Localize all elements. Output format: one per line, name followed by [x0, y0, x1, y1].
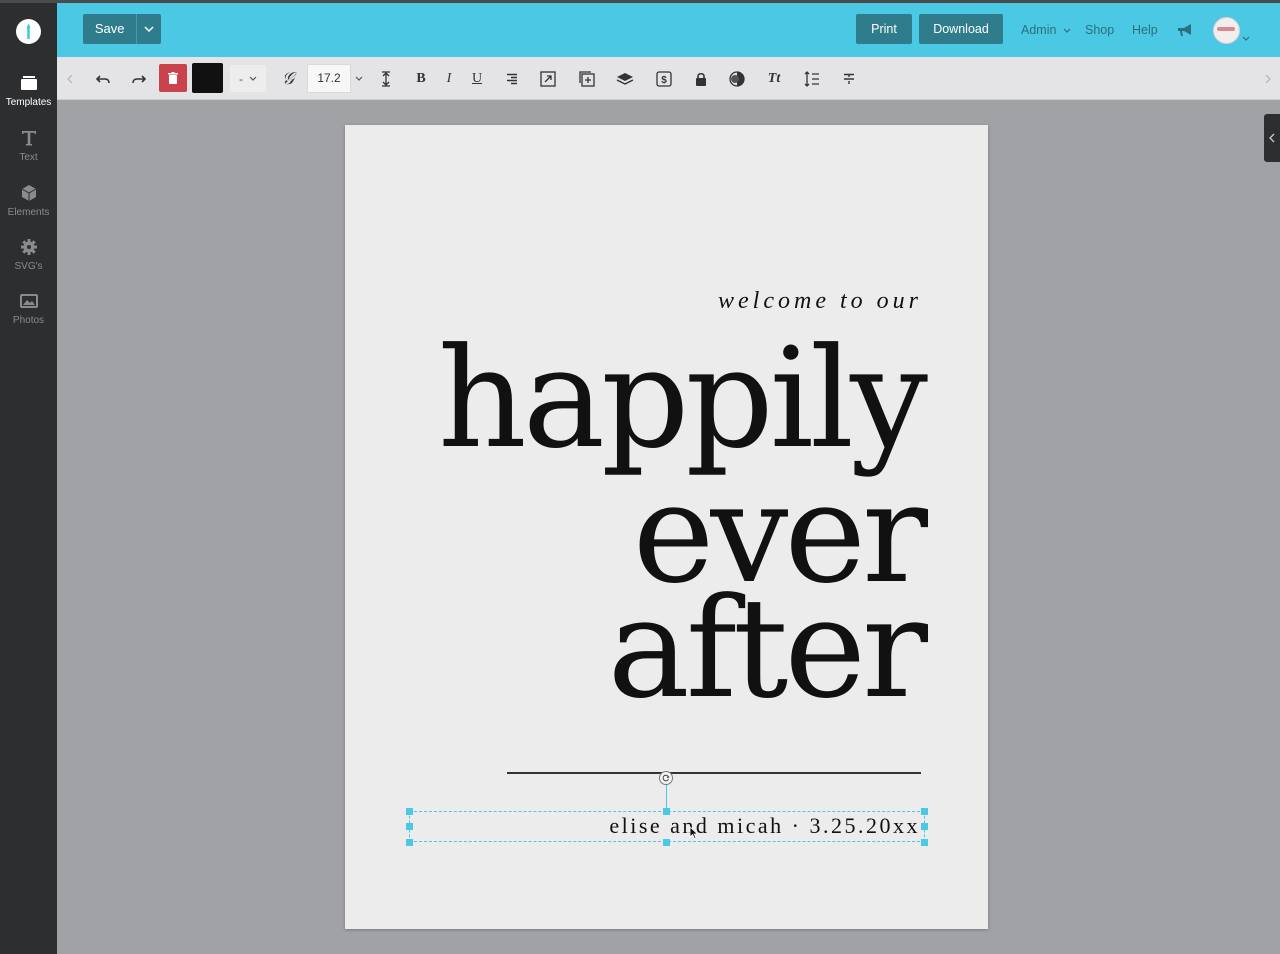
- welcome-text[interactable]: welcome to our: [718, 288, 922, 315]
- headline-line-1[interactable]: happily: [438, 330, 928, 468]
- headline-line-3[interactable]: after: [608, 580, 928, 718]
- resize-handle-top-left[interactable]: [406, 808, 413, 815]
- gear-icon: [0, 237, 57, 257]
- save-button[interactable]: Save: [83, 14, 161, 44]
- shop-link[interactable]: Shop: [1085, 23, 1114, 37]
- resize-handle-bottom-right[interactable]: [921, 839, 928, 846]
- chevron-down-icon: [1063, 28, 1071, 34]
- resize-handle-bottom[interactable]: [663, 839, 670, 846]
- resize-icon[interactable]: [538, 57, 558, 100]
- trash-icon: [168, 72, 178, 84]
- divider-line[interactable]: [507, 772, 921, 774]
- top-bar: Save Print Download Admin Shop Help: [57, 0, 1280, 57]
- opacity-icon[interactable]: [727, 57, 747, 100]
- download-button[interactable]: Download: [919, 14, 1003, 44]
- sidebar-item-text[interactable]: Text: [0, 128, 57, 163]
- text-style-button[interactable]: Tt: [763, 57, 785, 100]
- toolbar-scroll-right-icon[interactable]: [1261, 57, 1275, 100]
- letter-spacing-icon[interactable]: [377, 57, 395, 100]
- redo-icon[interactable]: [129, 57, 149, 100]
- delete-button[interactable]: [159, 64, 187, 92]
- photos-icon: [0, 291, 57, 311]
- sidebar-item-label: Templates: [5, 97, 52, 108]
- sidebar-item-label: Text: [19, 152, 38, 163]
- script-font-icon[interactable]: 𝒢: [278, 57, 298, 100]
- strikethrough-icon[interactable]: [840, 57, 858, 100]
- font-select-value: -: [239, 71, 243, 86]
- print-button[interactable]: Print: [856, 14, 912, 44]
- resize-handle-top[interactable]: [663, 808, 670, 815]
- font-size-chevron-down-icon[interactable]: [352, 64, 366, 93]
- account-chevron-down-icon[interactable]: [1242, 28, 1250, 46]
- megaphone-icon[interactable]: [1176, 22, 1194, 43]
- help-link[interactable]: Help: [1132, 23, 1158, 37]
- line-height-icon[interactable]: [802, 57, 822, 100]
- sidebar-item-elements[interactable]: Elements: [0, 183, 57, 218]
- align-right-icon[interactable]: [503, 57, 521, 100]
- bold-button[interactable]: B: [413, 57, 429, 100]
- sidebar-item-photos[interactable]: Photos: [0, 291, 57, 326]
- chevron-down-icon: [249, 76, 257, 81]
- resize-handle-bottom-left[interactable]: [406, 839, 413, 846]
- app-logo-icon[interactable]: [16, 19, 41, 44]
- mouse-pointer-icon: [689, 826, 699, 844]
- admin-menu[interactable]: Admin: [1021, 23, 1071, 37]
- italic-button[interactable]: I: [441, 57, 457, 100]
- dollar-icon[interactable]: $: [654, 57, 674, 100]
- font-size-input[interactable]: 17.2: [307, 64, 351, 93]
- admin-label: Admin: [1021, 23, 1057, 37]
- chevron-left-icon: [1269, 133, 1275, 143]
- sidebar-item-templates[interactable]: Templates: [0, 73, 57, 108]
- avatar[interactable]: [1213, 17, 1240, 44]
- sidebar-item-svgs[interactable]: SVG's: [0, 237, 57, 272]
- duplicate-icon[interactable]: [577, 57, 597, 100]
- cube-icon: [0, 183, 57, 203]
- font-select[interactable]: -: [230, 65, 266, 92]
- layers-icon[interactable]: [615, 57, 635, 100]
- rotate-handle-icon[interactable]: [659, 771, 673, 785]
- lock-icon[interactable]: [692, 57, 710, 100]
- templates-icon: [0, 73, 57, 93]
- svg-text:$: $: [661, 75, 667, 86]
- toolbar-scroll-left-icon[interactable]: [63, 57, 77, 100]
- format-toolbar: - 𝒢 17.2 B I U $ Tt: [57, 57, 1280, 100]
- resize-handle-left[interactable]: [406, 823, 413, 830]
- sidebar-item-label: SVG's: [14, 261, 43, 272]
- right-panel-toggle[interactable]: [1264, 114, 1280, 162]
- sidebar-item-label: Elements: [7, 207, 50, 218]
- selection-box[interactable]: [409, 811, 925, 842]
- save-dropdown-chevron-icon[interactable]: [136, 14, 161, 44]
- resize-handle-right[interactable]: [921, 823, 928, 830]
- underline-button[interactable]: U: [469, 57, 485, 100]
- sidebar-item-label: Photos: [12, 315, 45, 326]
- left-sidebar: Templates Text Elements SVG's Photos: [0, 0, 57, 954]
- resize-handle-top-right[interactable]: [921, 808, 928, 815]
- text-color-swatch[interactable]: [192, 63, 223, 93]
- undo-icon[interactable]: [93, 57, 113, 100]
- save-button-label[interactable]: Save: [83, 14, 136, 44]
- text-icon: [0, 128, 57, 148]
